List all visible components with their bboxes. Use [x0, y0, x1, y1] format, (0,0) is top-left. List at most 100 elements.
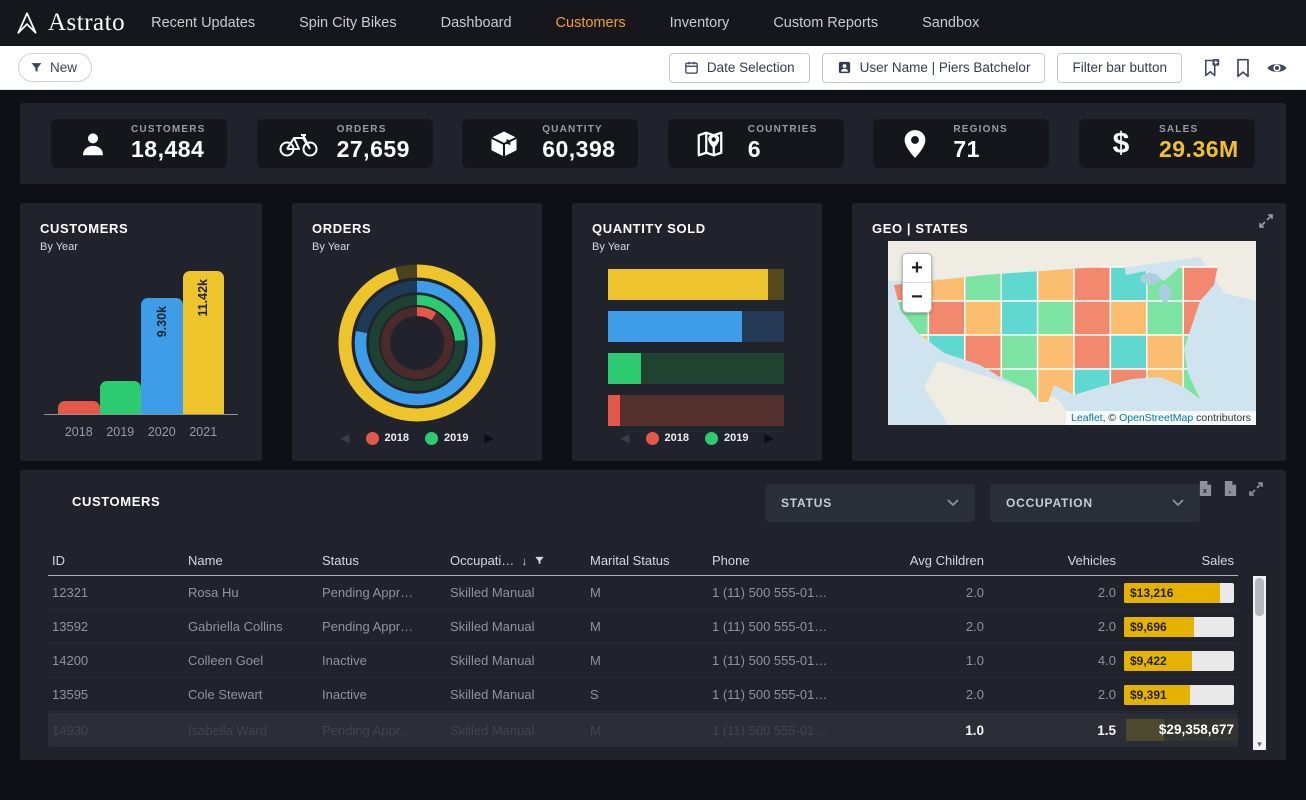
- bar-2018[interactable]: [58, 401, 100, 414]
- nav-item-dashboard[interactable]: Dashboard: [441, 15, 512, 31]
- cell: Skilled Manual: [446, 585, 586, 600]
- table-row[interactable]: 14200Colleen GoelInactiveSkilled ManualM…: [48, 644, 1238, 678]
- leaflet-link[interactable]: Leaflet: [1071, 412, 1103, 424]
- attr-sep: , ©: [1103, 412, 1120, 424]
- cell: 12321: [48, 585, 184, 600]
- dollar-icon: $: [1101, 129, 1141, 159]
- eye-icon[interactable]: [1266, 60, 1288, 76]
- table-scrollbar[interactable]: ▾: [1253, 576, 1266, 750]
- ghost-phone: 1 (11) 500 555-01…: [708, 723, 876, 738]
- export-csv-icon[interactable]: ,: [1223, 480, 1238, 497]
- export-excel-icon[interactable]: x: [1198, 480, 1213, 497]
- legend-item-2018[interactable]: 2018: [646, 432, 689, 445]
- legend-dot-icon: [646, 432, 659, 445]
- zoom-out-button[interactable]: −: [903, 283, 931, 312]
- map-pin-icon: [690, 129, 730, 159]
- cell-numeric: 2.0: [988, 585, 1120, 600]
- bar-2019[interactable]: [100, 381, 142, 414]
- total-avg-children: 1.0: [876, 723, 988, 738]
- table-row[interactable]: 13592Gabriella CollinsPending Appr…Skill…: [48, 610, 1238, 644]
- cell: M: [586, 653, 708, 668]
- bookmark-icon[interactable]: [1235, 58, 1251, 78]
- filter-bar-button[interactable]: Filter bar button: [1057, 53, 1182, 83]
- nav-item-spin-city-bikes[interactable]: Spin City Bikes: [299, 15, 397, 31]
- bar-2021[interactable]: 11.42k: [183, 271, 225, 414]
- hbar-2018[interactable]: [608, 395, 784, 426]
- nav-item-custom-reports[interactable]: Custom Reports: [773, 15, 878, 31]
- occupation-dropdown[interactable]: OCCUPATION: [990, 484, 1200, 522]
- bookmark-add-icon[interactable]: [1202, 58, 1220, 78]
- col-occupation[interactable]: Occupati… ↓: [446, 553, 586, 568]
- nav-item-customers[interactable]: Customers: [556, 15, 626, 31]
- kpi-value: 60,398: [542, 136, 615, 163]
- expand-icon[interactable]: [1258, 213, 1274, 229]
- user-badge-icon: [837, 60, 852, 75]
- hbar-2021[interactable]: [608, 269, 784, 300]
- orders-rings-chart[interactable]: [329, 255, 505, 431]
- table-row[interactable]: 13595Cole StewartInactiveSkilled ManualS…: [48, 678, 1238, 712]
- cell: Skilled Manual: [446, 687, 586, 702]
- customers-table: ID Name Status Occupati… ↓ Marital Statu…: [48, 546, 1238, 747]
- geo-states-panel: GEO | STATES: [852, 203, 1286, 461]
- osm-link[interactable]: OpenStreetMap: [1119, 412, 1193, 424]
- quantity-hbar-plot[interactable]: [608, 269, 784, 437]
- user-name-button[interactable]: User Name | Piers Batchelor: [822, 53, 1046, 83]
- customers-bar-plot[interactable]: 9.30k 11.42k: [44, 265, 238, 415]
- expand-icon[interactable]: [1248, 481, 1264, 497]
- table-title: CUSTOMERS: [72, 494, 160, 509]
- bar-value-label: 9.30k: [155, 306, 169, 337]
- bar-2020[interactable]: 9.30k: [141, 298, 183, 414]
- filter-funnel-icon[interactable]: [534, 555, 545, 566]
- bar-value-label: 11.42k: [196, 279, 210, 317]
- x-tick-2020: 2020: [141, 425, 183, 439]
- leaflet-map[interactable]: + − Leaflet, © OpenStreetMap contributor…: [888, 241, 1256, 425]
- date-selection-button[interactable]: Date Selection: [669, 53, 810, 83]
- x-tick-2021: 2021: [183, 425, 225, 439]
- legend-prev-arrow-icon[interactable]: ◀: [340, 431, 349, 445]
- scroll-down-arrow-icon[interactable]: ▾: [1253, 739, 1266, 749]
- scrollbar-thumb[interactable]: [1255, 578, 1264, 616]
- x-tick-2019: 2019: [100, 425, 142, 439]
- legend-item-2018[interactable]: 2018: [366, 432, 409, 445]
- col-phone[interactable]: Phone: [708, 553, 876, 568]
- table-body: 12321Rosa HuPending Appr…Skilled ManualM…: [48, 576, 1238, 712]
- legend-item-2019[interactable]: 2019: [705, 432, 748, 445]
- status-dropdown[interactable]: STATUS: [765, 484, 975, 522]
- legend-item-2019[interactable]: 2019: [425, 432, 468, 445]
- hbar-2019[interactable]: [608, 353, 784, 384]
- col-sales[interactable]: Sales: [1120, 553, 1238, 568]
- col-id[interactable]: ID: [48, 553, 184, 568]
- nav-item-sandbox[interactable]: Sandbox: [922, 15, 979, 31]
- col-vehicles[interactable]: Vehicles: [988, 553, 1120, 568]
- sales-data-bar: $9,422: [1124, 651, 1234, 671]
- brand[interactable]: Astrato: [14, 9, 125, 37]
- hbar-2020[interactable]: [608, 311, 784, 342]
- cell: Inactive: [318, 687, 446, 702]
- person-icon: [73, 129, 113, 159]
- new-filter-button[interactable]: New: [18, 53, 92, 82]
- zoom-in-button[interactable]: +: [903, 254, 931, 283]
- us-states-choropleth[interactable]: [888, 241, 1256, 425]
- col-status[interactable]: Status: [318, 553, 446, 568]
- cell-numeric: 2.0: [988, 687, 1120, 702]
- cell: Colleen Goel: [184, 653, 318, 668]
- sort-desc-icon[interactable]: ↓: [521, 554, 527, 568]
- legend-next-arrow-icon[interactable]: ▶: [484, 431, 493, 445]
- nav-item-recent-updates[interactable]: Recent Updates: [151, 15, 255, 31]
- status-dropdown-label: STATUS: [781, 496, 832, 510]
- chevron-down-icon: [1172, 499, 1184, 507]
- table-row[interactable]: 12321Rosa HuPending Appr…Skilled ManualM…: [48, 576, 1238, 610]
- col-name[interactable]: Name: [184, 553, 318, 568]
- legend-next-arrow-icon[interactable]: ▶: [764, 431, 773, 445]
- geo-title: GEO | STATES: [872, 221, 1266, 236]
- sales-data-bar: $9,391: [1124, 685, 1234, 705]
- col-avg-children[interactable]: Avg Children: [876, 553, 988, 568]
- cell: 1 (11) 500 555-01…: [708, 687, 876, 702]
- col-marital-status[interactable]: Marital Status: [586, 553, 708, 568]
- total-vehicles: 1.5: [988, 723, 1120, 738]
- cell: 1 (11) 500 555-01…: [708, 585, 876, 600]
- legend-prev-arrow-icon[interactable]: ◀: [620, 431, 629, 445]
- legend-label: 2019: [724, 432, 748, 444]
- nav-item-inventory[interactable]: Inventory: [670, 15, 730, 31]
- new-filter-label: New: [50, 60, 77, 75]
